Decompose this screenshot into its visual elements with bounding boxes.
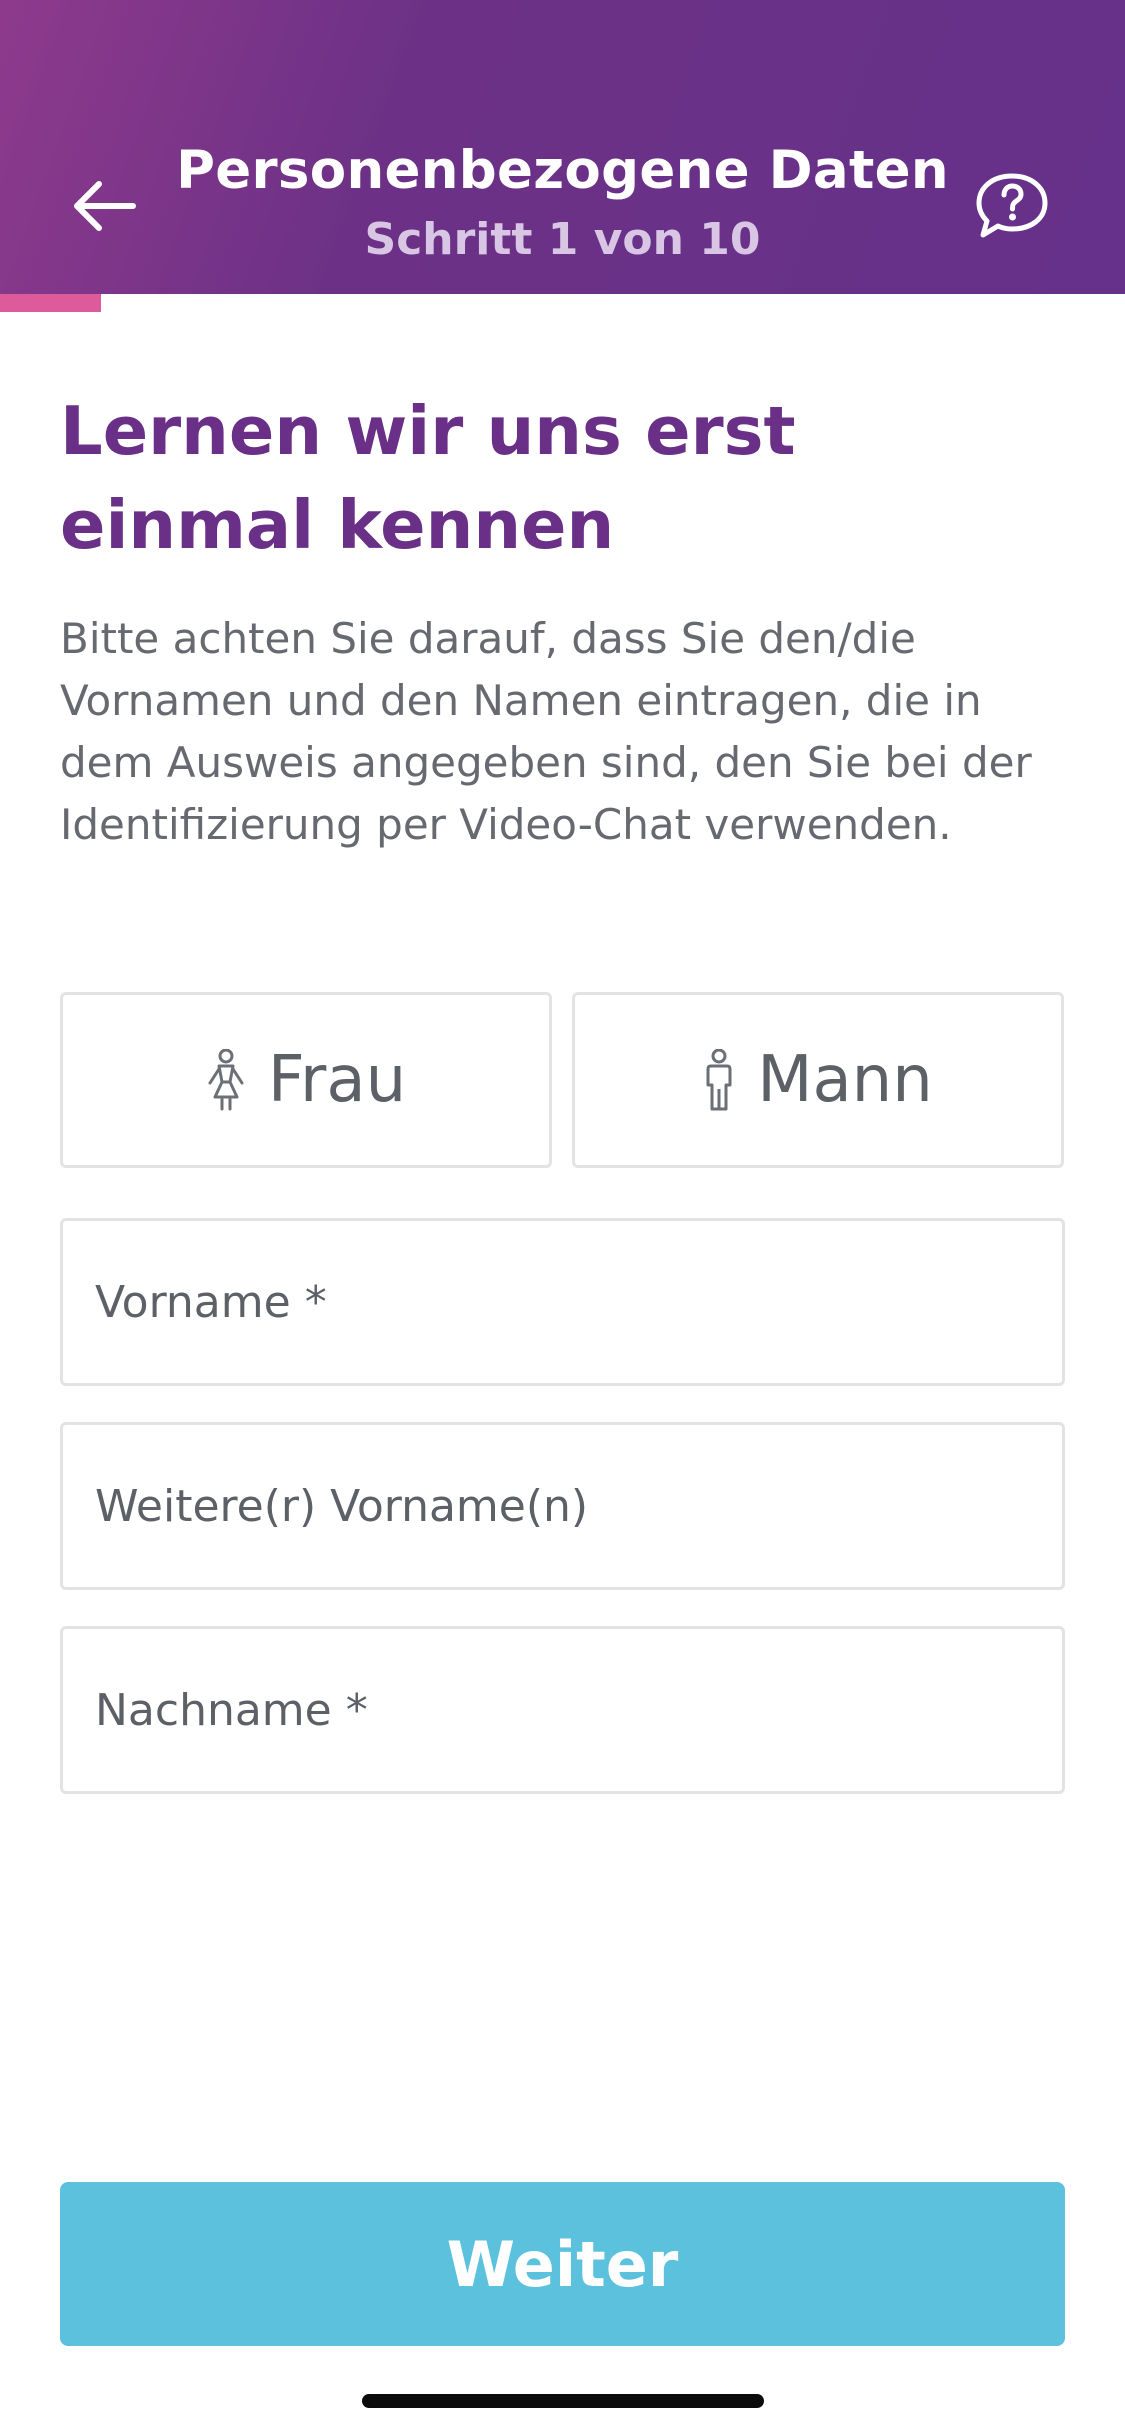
- help-button[interactable]: [970, 166, 1054, 246]
- gender-female-label: Frau: [267, 1043, 407, 1117]
- middle-names-field[interactable]: [60, 1422, 1065, 1590]
- gender-female-button[interactable]: Frau: [60, 992, 552, 1168]
- step-indicator: Schritt 1 von 10: [364, 214, 761, 265]
- woman-figure-icon: [206, 1049, 246, 1111]
- page-title: Personenbezogene Daten: [176, 140, 949, 201]
- next-button[interactable]: Weiter: [60, 2182, 1065, 2346]
- app-header: Personenbezogene Daten Schritt 1 von 10: [0, 0, 1125, 294]
- last-name-field[interactable]: [60, 1626, 1065, 1794]
- first-name-input[interactable]: [63, 1221, 1062, 1383]
- help-chat-bubble-icon: [976, 173, 1048, 238]
- first-name-field[interactable]: [60, 1218, 1065, 1386]
- last-name-input[interactable]: [63, 1629, 1062, 1791]
- gender-male-button[interactable]: Mann: [572, 992, 1064, 1168]
- progress-bar: [0, 294, 102, 312]
- progress-track: [0, 294, 1125, 312]
- home-indicator: [362, 2394, 764, 2408]
- middle-names-input[interactable]: [63, 1425, 1062, 1587]
- gender-male-label: Mann: [757, 1043, 933, 1117]
- man-figure-icon: [703, 1049, 735, 1111]
- intro-text: Bitte achten Sie darauf, dass Sie den/di…: [60, 614, 1032, 849]
- headline: Lernen wir uns erst einmal kennen: [60, 392, 796, 564]
